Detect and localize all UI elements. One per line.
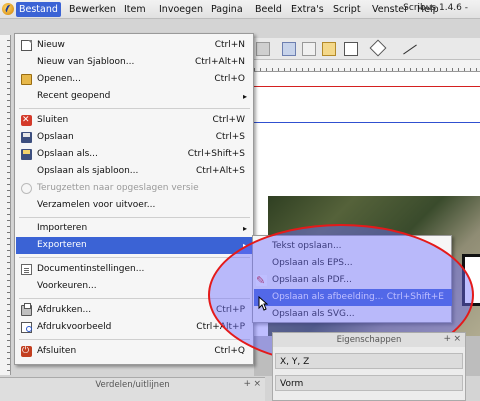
table-tool-icon[interactable]: [322, 42, 336, 56]
separator: [19, 339, 250, 340]
panel-title: Eigenschappen: [273, 333, 465, 347]
save-icon: [21, 132, 32, 143]
menu-item-recent[interactable]: Recent geopend ▸: [16, 88, 253, 105]
menu-item-open[interactable]: Openen... Ctrl+O: [16, 71, 253, 88]
line-tool-icon[interactable]: [403, 44, 417, 55]
menu-item-import[interactable]: Importeren ▸: [16, 220, 253, 237]
print-preview-icon: [21, 322, 32, 333]
properties-section-xyz[interactable]: X, Y, Z: [275, 353, 463, 369]
scribus-app-icon[interactable]: [2, 3, 14, 15]
menubar: Bestand Bewerken Item Invoegen Pagina Be…: [0, 0, 480, 19]
printer-icon: [21, 303, 32, 316]
menu-item-save[interactable]: Opslaan Ctrl+S: [16, 129, 253, 146]
separator: [19, 257, 250, 258]
new-document-icon: [21, 40, 32, 51]
float-panel-icon[interactable]: +: [443, 334, 451, 344]
quit-icon: [21, 343, 32, 360]
polygon-tool-icon[interactable]: [369, 39, 387, 57]
text-frame-tool-icon[interactable]: [256, 42, 270, 56]
align-distribute-panel: Verdelen/uitlijnen + ×: [0, 377, 265, 401]
close-panel-icon[interactable]: ×: [253, 379, 261, 389]
menu-item-quit[interactable]: Afsluiten Ctrl+Q: [16, 343, 253, 360]
image-frame-tool-icon[interactable]: [302, 42, 316, 56]
toolbar: [254, 38, 480, 60]
menu-item[interactable]: Item: [121, 2, 149, 17]
column-guide: [254, 122, 480, 123]
menu-bewerken[interactable]: Bewerken: [66, 2, 119, 17]
panel-title: Verdelen/uitlijnen: [95, 380, 170, 390]
separator: [19, 217, 250, 218]
menu-script[interactable]: Script: [330, 2, 364, 17]
menu-item-save-as-template[interactable]: Opslaan als sjabloon... Ctrl+Alt+S: [16, 163, 253, 180]
mouse-cursor-icon: [258, 296, 268, 311]
properties-panel: Eigenschappen + × X, Y, Z Vorm: [272, 332, 466, 401]
menu-item-revert: Terugzetten naar opgeslagen versie: [16, 180, 253, 197]
close-panel-icon[interactable]: ×: [453, 334, 461, 344]
folder-icon: [21, 74, 32, 85]
revert-icon: [21, 183, 32, 194]
margin-guide: [254, 86, 480, 87]
separator: [19, 108, 250, 109]
menu-item-save-as[interactable]: Opslaan als... Ctrl+Shift+S: [16, 146, 253, 163]
menu-item-new[interactable]: Nieuw Ctrl+N: [16, 37, 253, 54]
window-title: Scribus 1.4.6 -: [403, 3, 468, 13]
submenu-arrow-icon: ▸: [242, 224, 247, 233]
menu-extras[interactable]: Extra's: [288, 2, 327, 17]
menu-item-new-from-template[interactable]: Nieuw van Sjabloon... Ctrl+Alt+N: [16, 54, 253, 71]
save-as-icon: [21, 149, 32, 160]
vertical-ruler: [0, 35, 11, 375]
horizontal-ruler: [254, 60, 480, 72]
menu-item-close[interactable]: Sluiten Ctrl+W: [16, 112, 253, 129]
submenu-arrow-icon: ▸: [242, 92, 247, 101]
float-panel-icon[interactable]: +: [243, 379, 251, 389]
properties-section-shape[interactable]: Vorm: [275, 375, 463, 391]
close-document-icon: [21, 112, 32, 129]
document-settings-icon: [21, 264, 32, 275]
select-tool-icon[interactable]: [282, 42, 296, 56]
menu-invoegen[interactable]: Invoegen: [156, 2, 206, 17]
menu-beeld[interactable]: Beeld: [252, 2, 285, 17]
menu-pagina[interactable]: Pagina: [208, 2, 246, 17]
shape-tool-icon[interactable]: [344, 42, 358, 56]
menu-item-collect-for-output[interactable]: Verzamelen voor uitvoer...: [16, 197, 253, 214]
menu-bestand[interactable]: Bestand: [16, 2, 61, 17]
menu-item-export[interactable]: Exporteren ▸: [16, 237, 253, 254]
